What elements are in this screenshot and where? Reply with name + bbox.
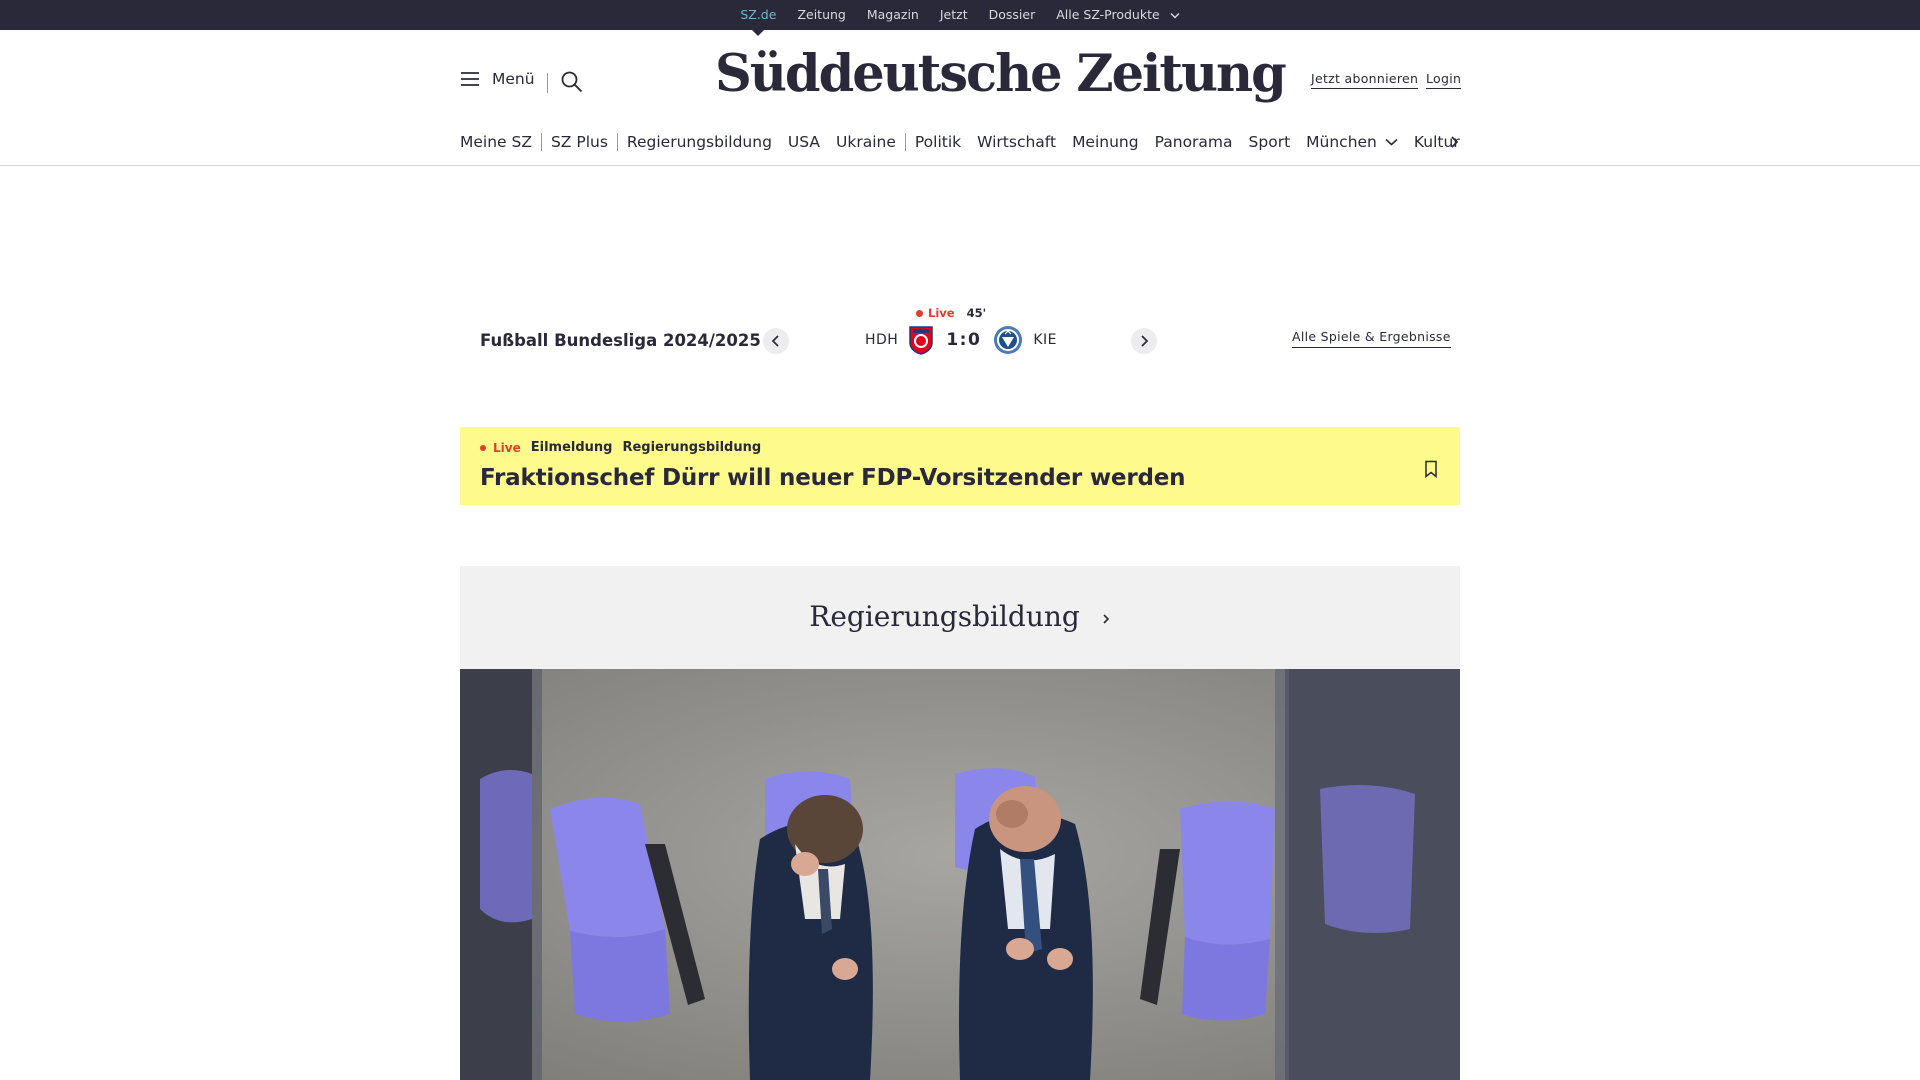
nav-item-muenchen[interactable]: München — [1306, 133, 1398, 151]
topic-teaser-title[interactable]: Regierungsbildung — [460, 600, 1460, 633]
login-link[interactable]: Login — [1426, 71, 1462, 89]
nav-divider — [540, 133, 542, 151]
site-header: Menü Süddeutsche Zeitung Jetzt abonniere… — [0, 30, 1920, 166]
product-link-sz-de[interactable]: SZ.de — [740, 0, 776, 36]
header-divider — [547, 73, 548, 93]
search-button[interactable] — [560, 70, 584, 98]
chevron-down-icon — [1385, 138, 1398, 146]
league-title: Fußball Bundesliga 2024/2025 — [480, 331, 761, 350]
menu-label: Menü — [492, 70, 535, 88]
search-icon — [561, 71, 583, 93]
nav-item-meine-sz[interactable]: Meine SZ — [460, 133, 532, 151]
hero-photo-parliament-seats — [460, 669, 1460, 1080]
nav-item-muenchen-label: München — [1306, 133, 1377, 151]
breaking-topic-label[interactable]: Regierungsbildung — [622, 440, 761, 455]
breaking-news-meta: Live Eilmeldung Regierungsbildung — [480, 440, 761, 455]
nav-divider — [616, 133, 618, 151]
product-link-all-products[interactable]: Alle SZ-Produkte — [1056, 0, 1180, 30]
chevron-left-icon — [771, 335, 779, 347]
chevron-right-icon — [1103, 613, 1109, 624]
chevron-down-icon — [1170, 13, 1180, 19]
breaking-news-banner[interactable]: Live Eilmeldung Regierungsbildung Frakti… — [460, 427, 1460, 505]
bookmark-button[interactable] — [1424, 460, 1438, 482]
match-minute: 45' — [966, 306, 987, 320]
topic-teaser-label: Regierungsbildung — [809, 600, 1080, 633]
live-scoreboard: Fußball Bundesliga 2024/2025 Live 45' HD… — [460, 300, 1460, 380]
match-live-status: Live 45' — [916, 306, 986, 320]
away-crest-icon — [994, 326, 1023, 354]
nav-divider — [904, 133, 906, 151]
product-link-zeitung[interactable]: Zeitung — [797, 0, 845, 30]
bookmark-icon — [1425, 460, 1437, 479]
nav-item-ukraine[interactable]: Ukraine — [836, 133, 896, 151]
hamburger-icon — [461, 72, 479, 86]
away-team: KIE — [1033, 332, 1057, 348]
topic-teaser[interactable]: Regierungsbildung — [460, 566, 1460, 670]
nav-item-panorama[interactable]: Panorama — [1155, 133, 1233, 151]
breaking-news-headline[interactable]: Fraktionschef Dürr will neuer FDP-Vorsit… — [480, 465, 1186, 491]
subscribe-link[interactable]: Jetzt abonnieren — [1311, 71, 1419, 89]
nav-scroll-right-button[interactable] — [1448, 130, 1462, 158]
live-label: Live — [928, 306, 955, 320]
live-dot-icon — [480, 444, 486, 451]
score-value: 1:0 — [946, 330, 982, 350]
previous-match-button[interactable] — [763, 328, 789, 354]
site-logo[interactable]: Süddeutsche Zeitung — [715, 44, 1287, 104]
breaking-kind-label: Eilmeldung — [530, 440, 613, 455]
product-link-jetzt[interactable]: Jetzt — [940, 0, 968, 30]
product-link-magazin[interactable]: Magazin — [867, 0, 919, 30]
nav-item-sport[interactable]: Sport — [1249, 133, 1291, 151]
home-crest-icon — [909, 326, 934, 355]
breaking-live-label: Live — [493, 440, 521, 455]
all-games-link[interactable]: Alle Spiele & Ergebnisse — [1292, 329, 1451, 348]
nav-item-regierungsbildung[interactable]: Regierungsbildung — [627, 133, 772, 151]
next-match-button[interactable] — [1131, 328, 1157, 354]
nav-item-meinung[interactable]: Meinung — [1072, 133, 1139, 151]
product-link-dossier[interactable]: Dossier — [989, 0, 1036, 30]
section-nav: Meine SZ SZ Plus Regierungsbildung USA U… — [460, 130, 1460, 154]
hero-image[interactable] — [460, 669, 1460, 1080]
product-nav: SZ.de Zeitung Magazin Jetzt Dossier Alle… — [0, 0, 1920, 36]
product-bar: SZ.de Zeitung Magazin Jetzt Dossier Alle… — [0, 0, 1920, 36]
chevron-right-icon — [1141, 335, 1149, 347]
nav-item-wirtschaft[interactable]: Wirtschaft — [977, 133, 1056, 151]
match-score[interactable]: HDH 1:0 KIE — [865, 325, 1057, 355]
nav-item-usa[interactable]: USA — [788, 133, 820, 151]
nav-item-sz-plus[interactable]: SZ Plus — [551, 133, 608, 151]
nav-item-politik[interactable]: Politik — [915, 133, 961, 151]
menu-button[interactable]: Menü — [460, 70, 535, 88]
all-products-label: Alle SZ-Produkte — [1056, 7, 1160, 22]
chevron-right-icon — [1451, 136, 1459, 148]
live-dot-icon — [916, 309, 923, 317]
home-team: HDH — [865, 332, 899, 348]
